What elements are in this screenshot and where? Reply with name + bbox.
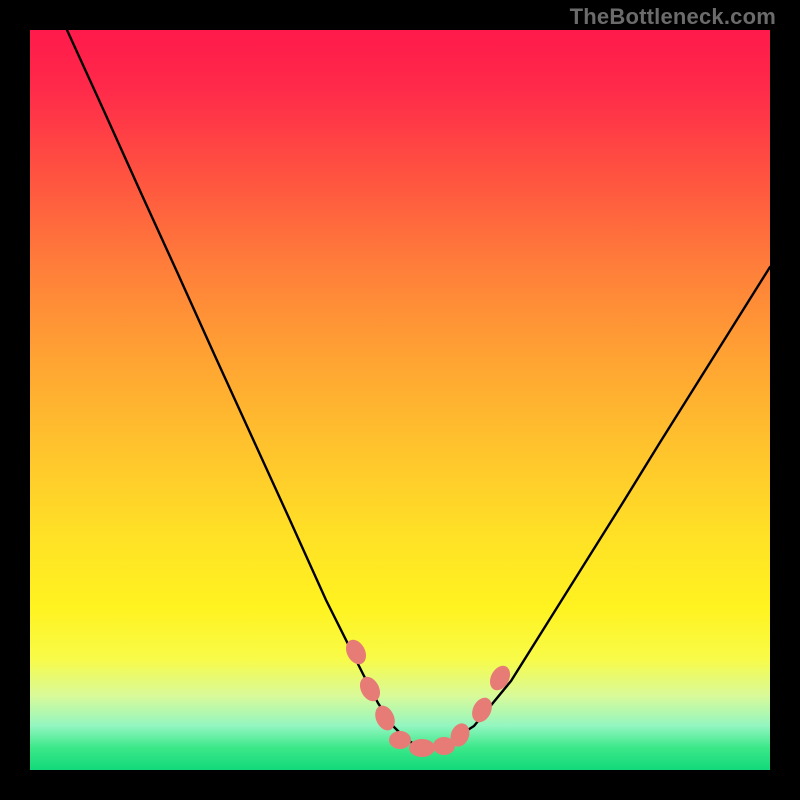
bottom-left-marker — [389, 731, 411, 749]
bottleneck-curve-path — [67, 30, 770, 748]
right-upper-marker — [486, 662, 514, 693]
watermark-label: TheBottleneck.com — [570, 4, 776, 30]
bottom-mid-marker — [409, 739, 435, 757]
chart-svg — [30, 30, 770, 770]
chart-plot-area — [30, 30, 770, 770]
right-mid-marker — [468, 694, 496, 725]
marker-group — [342, 636, 514, 757]
left-mid-marker — [356, 673, 384, 704]
chart-frame: TheBottleneck.com — [0, 0, 800, 800]
